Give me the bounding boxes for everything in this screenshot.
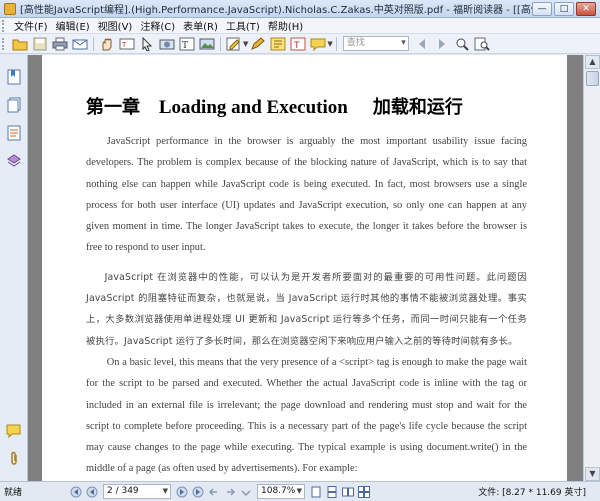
layers-icon[interactable] bbox=[6, 125, 22, 141]
chevron-down-icon: ▾ bbox=[401, 38, 406, 48]
save-icon[interactable] bbox=[31, 36, 49, 52]
hand-tool-icon[interactable] bbox=[98, 36, 116, 52]
minimize-button[interactable]: — bbox=[532, 2, 552, 16]
last-page-icon[interactable] bbox=[191, 485, 205, 499]
open-folder-icon[interactable] bbox=[11, 36, 29, 52]
status-ready: 就绪 bbox=[4, 488, 23, 498]
chevron-down-icon[interactable]: ▼ bbox=[243, 40, 248, 48]
text-viewer-icon[interactable]: T bbox=[178, 36, 196, 52]
chapter-title-zh: 加载和运行 bbox=[372, 97, 463, 118]
paragraph: On a basic level, this means that the ve… bbox=[86, 356, 527, 475]
svg-text:T: T bbox=[182, 41, 188, 51]
main-toolbar: T T ▼ T ▼ 查找 ▾ bbox=[0, 34, 600, 54]
menu-file[interactable]: 文件(F) bbox=[10, 18, 52, 33]
attachments-icon[interactable] bbox=[6, 153, 22, 169]
zoom-out-icon[interactable] bbox=[239, 485, 253, 499]
maximize-button[interactable]: □ bbox=[554, 2, 574, 16]
note-icon[interactable] bbox=[309, 36, 327, 52]
go-back-icon[interactable] bbox=[207, 485, 221, 499]
menu-comment[interactable]: 注释(C) bbox=[136, 18, 179, 33]
bookmarks-icon[interactable] bbox=[6, 69, 22, 85]
scroll-thumb[interactable] bbox=[586, 71, 599, 86]
email-icon[interactable] bbox=[71, 36, 89, 52]
window-controls: — □ ✕ bbox=[532, 2, 596, 16]
pages-icon[interactable] bbox=[6, 97, 22, 113]
typewriter-icon[interactable]: T bbox=[289, 36, 307, 52]
menu-grip bbox=[2, 19, 8, 32]
find-next-icon[interactable] bbox=[433, 36, 451, 52]
page-indicator: 2 / 349 bbox=[107, 486, 139, 496]
toolbar-separator bbox=[220, 36, 221, 51]
chevron-down-icon: ▼ bbox=[296, 487, 302, 495]
menu-edit[interactable]: 编辑(E) bbox=[52, 18, 94, 33]
continuous-page-icon[interactable] bbox=[325, 485, 339, 499]
chapter-number: 第一章 bbox=[86, 97, 140, 118]
page-number-field[interactable]: 2 / 349 ▼ bbox=[103, 484, 171, 499]
close-button[interactable]: ✕ bbox=[576, 2, 596, 16]
file-info: 文件: [8.27 * 11.69 英寸] bbox=[478, 488, 586, 498]
app-icon bbox=[4, 2, 16, 15]
highlight-icon[interactable] bbox=[269, 36, 287, 52]
menu-bar: 文件(F) 编辑(E) 视图(V) 注释(C) 表单(R) 工具(T) 帮助(H… bbox=[0, 18, 600, 34]
previous-page-icon[interactable] bbox=[85, 485, 99, 499]
pencil-icon[interactable] bbox=[249, 36, 267, 52]
go-forward-icon[interactable] bbox=[223, 485, 237, 499]
menu-form[interactable]: 表单(R) bbox=[179, 18, 222, 33]
title-bar: [高性能JavaScript编程].(High.Performance.Java… bbox=[0, 0, 600, 18]
document-view[interactable]: 第一章 Loading and Execution 加载和运行 JavaScri… bbox=[28, 55, 583, 481]
zoom-field[interactable]: 108.7% ▼ bbox=[257, 484, 305, 499]
search-icon[interactable] bbox=[453, 36, 471, 52]
svg-text:T: T bbox=[293, 41, 300, 51]
window-title: [高性能JavaScript编程].(High.Performance.Java… bbox=[20, 5, 540, 16]
image-icon[interactable] bbox=[198, 36, 216, 52]
menu-tools[interactable]: 工具(T) bbox=[222, 18, 264, 33]
paragraph: JavaScript 在浏览器中的性能，可以认为是开发者所要面对的最重要的可用性… bbox=[86, 271, 527, 347]
chevron-down-icon: ▼ bbox=[162, 487, 168, 495]
continuous-facing-icon[interactable] bbox=[357, 485, 371, 499]
comments-icon[interactable] bbox=[6, 423, 22, 439]
search-placeholder: 查找 bbox=[346, 38, 365, 48]
paragraph: JavaScript performance in the browser is… bbox=[86, 136, 527, 254]
select-text-icon[interactable]: T bbox=[118, 36, 136, 52]
paperclip-icon[interactable] bbox=[6, 451, 22, 467]
single-page-icon[interactable] bbox=[309, 485, 323, 499]
zoom-value: 108.7% bbox=[261, 486, 296, 496]
toolbar-separator bbox=[335, 36, 337, 51]
scroll-down-icon[interactable]: ▼ bbox=[585, 467, 600, 481]
facing-pages-icon[interactable] bbox=[341, 485, 355, 499]
pdf-page: 第一章 Loading and Execution 加载和运行 JavaScri… bbox=[42, 55, 567, 481]
status-bar: 就绪 2 / 349 ▼ 108.7% ▼ 文件: [8.27 * 11.69 … bbox=[0, 481, 600, 501]
toolbar-separator bbox=[93, 36, 94, 51]
find-previous-icon[interactable] bbox=[413, 36, 431, 52]
chapter-title-en: Loading and Execution bbox=[158, 97, 348, 118]
menu-view[interactable]: 视图(V) bbox=[94, 18, 137, 33]
navigation-sidebar bbox=[0, 55, 28, 481]
print-icon[interactable] bbox=[51, 36, 69, 52]
chevron-down-icon[interactable]: ▼ bbox=[327, 40, 332, 48]
first-page-icon[interactable] bbox=[69, 485, 83, 499]
advanced-search-icon[interactable] bbox=[473, 36, 491, 52]
vertical-scrollbar[interactable]: ▲ ▼ bbox=[583, 55, 600, 481]
menu-help[interactable]: 帮助(H) bbox=[264, 18, 307, 33]
next-page-icon[interactable] bbox=[175, 485, 189, 499]
snapshot-icon[interactable] bbox=[158, 36, 176, 52]
svg-text:T: T bbox=[121, 41, 127, 49]
toolbar-grip bbox=[2, 37, 8, 50]
annotate-icon[interactable] bbox=[225, 36, 243, 52]
scroll-up-icon[interactable]: ▲ bbox=[585, 55, 600, 69]
chapter-heading: 第一章 Loading and Execution 加载和运行 bbox=[86, 93, 527, 119]
arrow-select-icon[interactable] bbox=[138, 36, 156, 52]
search-input[interactable]: 查找 ▾ bbox=[342, 36, 409, 51]
